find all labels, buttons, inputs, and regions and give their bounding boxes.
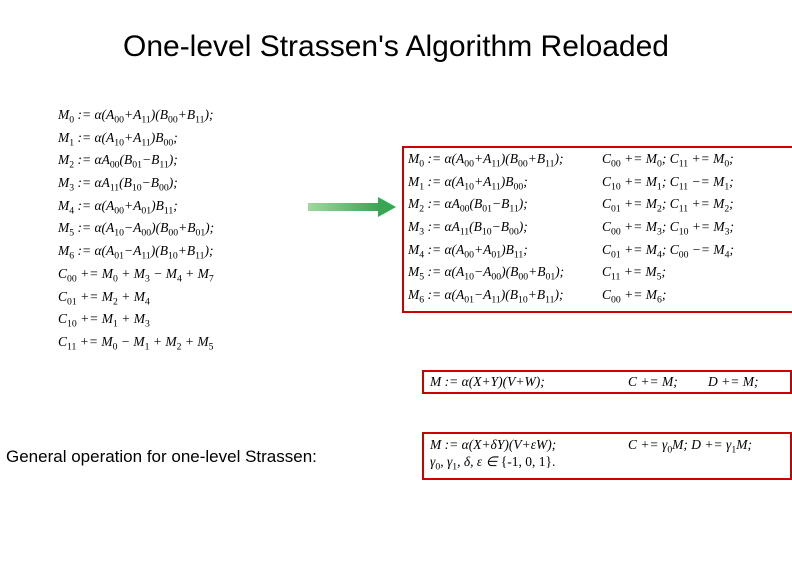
gen-d: D += M; bbox=[708, 374, 784, 390]
r-eq-m4: M4 := α(A00+A01)B11; bbox=[408, 241, 602, 264]
gen-full-cd: C += γ0M; D += γ1M; bbox=[628, 436, 784, 459]
eq-m1: M1 := α(A10+A11)B00; bbox=[58, 129, 214, 152]
eq-m6: M6 := α(A01−A11)(B10+B11); bbox=[58, 242, 214, 265]
eq-c01: C01 += M2 + M4 bbox=[58, 288, 214, 311]
r-c0: C00 += M0; C11 += M0; bbox=[602, 150, 790, 173]
right-col-m: M0 := α(A00+A11)(B00+B11); M1 := α(A10+A… bbox=[408, 150, 602, 309]
r-eq-m3: M3 := αA11(B10−B00); bbox=[408, 218, 602, 241]
gen-full-right: C += γ0M; D += γ1M; bbox=[628, 436, 784, 476]
eq-c11: C11 += M0 − M1 + M2 + M5 bbox=[58, 333, 214, 356]
general-box-simple: M := α(X+Y)(V+W); C += M; D += M; bbox=[422, 370, 792, 394]
r-c6: C00 += M6; bbox=[602, 286, 790, 309]
eq-c10: C10 += M1 + M3 bbox=[58, 310, 214, 333]
gen-full-left: M := α(X+δY)(V+εW); γ0, γ1, δ, ε ∈ {-1, … bbox=[430, 436, 628, 476]
eq-c00: C00 += M0 + M3 − M4 + M7 bbox=[58, 265, 214, 288]
eq-m2: M2 := αA00(B01−B11); bbox=[58, 151, 214, 174]
eq-m4: M4 := α(A00+A01)B11; bbox=[58, 197, 214, 220]
arrow-icon bbox=[308, 197, 396, 217]
r-eq-m2: M2 := αA00(B01−B11); bbox=[408, 195, 602, 218]
left-equations: M0 := α(A00+A11)(B00+B11); M1 := α(A10+A… bbox=[58, 106, 214, 356]
r-eq-m0: M0 := α(A00+A11)(B00+B11); bbox=[408, 150, 602, 173]
r-c1: C10 += M1; C11 −= M1; bbox=[602, 173, 790, 196]
eq-m5: M5 := α(A10−A00)(B00+B01); bbox=[58, 219, 214, 242]
gen-full-m: M := α(X+δY)(V+εW); bbox=[430, 436, 628, 453]
r-eq-m1: M1 := α(A10+A11)B00; bbox=[408, 173, 602, 196]
r-eq-m5: M5 := α(A10−A00)(B00+B01); bbox=[408, 263, 602, 286]
r-c3: C00 += M3; C10 += M3; bbox=[602, 218, 790, 241]
gen-m: M := α(X+Y)(V+W); bbox=[430, 374, 628, 390]
right-equations-box: M0 := α(A00+A11)(B00+B11); M1 := α(A10+A… bbox=[402, 146, 792, 313]
r-eq-m6: M6 := α(A01−A11)(B10+B11); bbox=[408, 286, 602, 309]
r-c5: C11 += M5; bbox=[602, 263, 790, 286]
r-c2: C01 += M2; C11 += M2; bbox=[602, 195, 790, 218]
r-c4: C01 += M4; C00 −= M4; bbox=[602, 241, 790, 264]
general-label: General operation for one-level Strassen… bbox=[6, 447, 317, 467]
right-col-c: C00 += M0; C11 += M0; C10 += M1; C11 −= … bbox=[602, 150, 790, 309]
eq-m3: M3 := αA11(B10−B00); bbox=[58, 174, 214, 197]
page-title: One-level Strassen's Algorithm Reloaded bbox=[0, 30, 792, 64]
gen-c: C += M; bbox=[628, 374, 708, 390]
eq-m0: M0 := α(A00+A11)(B00+B11); bbox=[58, 106, 214, 129]
general-box-full: M := α(X+δY)(V+εW); γ0, γ1, δ, ε ∈ {-1, … bbox=[422, 432, 792, 480]
gen-full-dom: γ0, γ1, δ, ε ∈ {-1, 0, 1}. bbox=[430, 453, 628, 476]
